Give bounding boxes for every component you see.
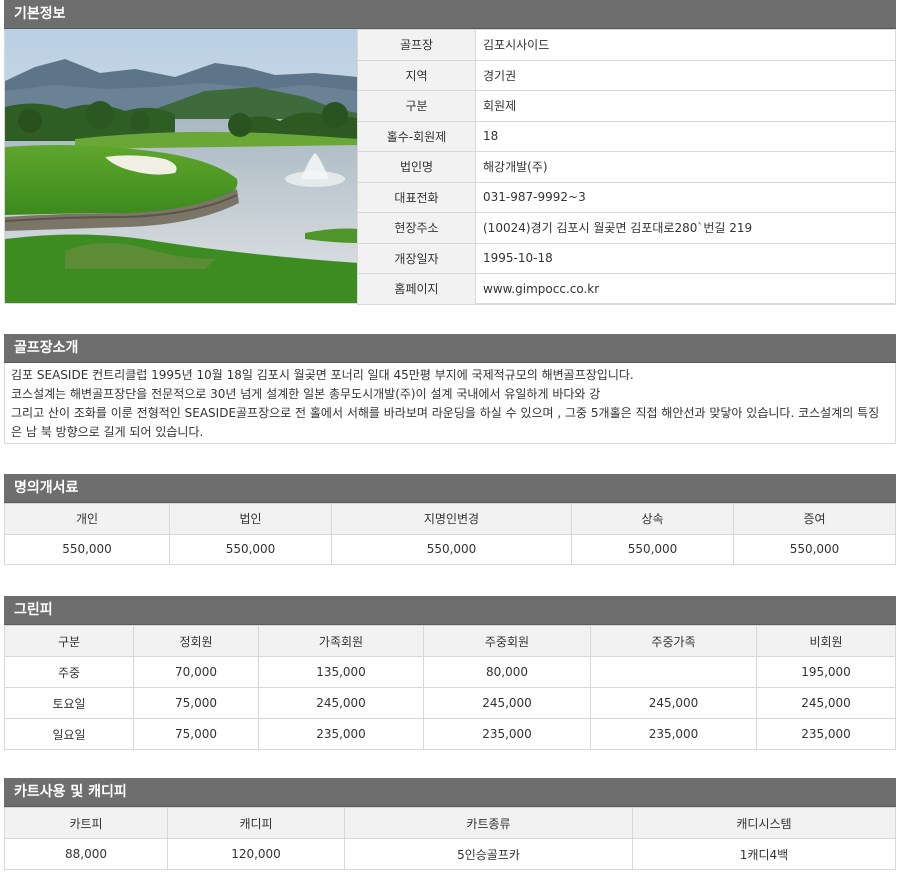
column-header: 법인 — [169, 503, 332, 535]
table-cell: 195,000 — [756, 656, 896, 688]
info-row-type: 구분 회원제 — [357, 90, 896, 122]
table-row: 일요일 75,000 235,000 235,000 235,000 235,0… — [4, 718, 896, 750]
info-label: 개장일자 — [357, 242, 476, 274]
info-label: 현장주소 — [357, 212, 476, 244]
info-label: 홈페이지 — [357, 273, 476, 305]
info-row-phone: 대표전화 031-987-9992~3 — [357, 181, 896, 213]
section-title-intro: 골프장소개 — [4, 334, 896, 363]
info-row-region: 지역 경기권 — [357, 59, 896, 91]
table-cell: 120,000 — [167, 838, 345, 870]
table-row: 토요일 75,000 245,000 245,000 245,000 245,0… — [4, 687, 896, 719]
table-cell: 550,000 — [331, 533, 572, 565]
column-header: 개인 — [4, 503, 170, 535]
info-row-homepage: 홈페이지 www.gimpocc.co.kr — [357, 273, 896, 305]
column-header: 카트종류 — [344, 807, 633, 839]
table-cell: 235,000 — [590, 718, 757, 750]
table-cell: 550,000 — [733, 533, 896, 565]
column-header: 가족회원 — [258, 625, 424, 657]
column-header: 구분 — [4, 625, 134, 657]
info-value: 경기권 — [475, 59, 896, 91]
transfer-fee-table: 개인 법인 지명인변경 상속 증여 550,000 550,000 550,00… — [4, 503, 896, 565]
table-cell: 245,000 — [423, 687, 591, 719]
green-fee-section: 그린피 구분 정회원 가족회원 주중회원 주중가족 비회원 주중 70,000 … — [4, 596, 896, 750]
intro-line: 김포 SEASIDE 컨트리클럽 1995년 10월 18일 김포시 월곶면 포… — [11, 368, 634, 382]
table-cell: 88,000 — [4, 838, 168, 870]
basic-info-section: 기본정보 골프장 김포시사이드 지역 경기권 구분 회원제 홀수-회원제 18 … — [4, 0, 896, 305]
info-label: 골프장 — [357, 29, 476, 61]
column-header: 주중가족 — [590, 625, 757, 657]
intro-text: 김포 SEASIDE 컨트리클럽 1995년 10월 18일 김포시 월곶면 포… — [4, 363, 896, 444]
basic-info-body: 골프장 김포시사이드 지역 경기권 구분 회원제 홀수-회원제 18 법인명 해… — [4, 29, 896, 305]
transfer-fee-section: 명의개서료 개인 법인 지명인변경 상속 증여 550,000 550,000 … — [4, 474, 896, 565]
table-row: 550,000 550,000 550,000 550,000 550,000 — [4, 533, 896, 565]
table-cell: 245,000 — [590, 687, 757, 719]
table-cell: 5인승골프카 — [344, 838, 633, 870]
column-header: 정회원 — [133, 625, 259, 657]
table-cell: 550,000 — [169, 533, 332, 565]
info-label: 대표전화 — [357, 181, 476, 213]
info-row-opened: 개장일자 1995-10-18 — [357, 242, 896, 274]
section-title-greenfee: 그린피 — [4, 596, 896, 625]
info-value: 18 — [475, 120, 896, 152]
table-header-row: 카트피 캐디피 카트종류 캐디시스템 — [4, 807, 896, 839]
table-header-row: 구분 정회원 가족회원 주중회원 주중가족 비회원 — [4, 625, 896, 657]
table-cell: 245,000 — [258, 687, 424, 719]
column-header: 캐디시스템 — [632, 807, 896, 839]
section-title-cart: 카트사용 및 캐디피 — [4, 778, 896, 807]
info-label: 지역 — [357, 59, 476, 91]
homepage-link[interactable]: www.gimpocc.co.kr — [475, 273, 896, 305]
info-label: 구분 — [357, 90, 476, 122]
table-cell: 70,000 — [133, 656, 259, 688]
info-value: 김포시사이드 — [475, 29, 896, 61]
section-title-transfer: 명의개서료 — [4, 474, 896, 503]
row-label: 토요일 — [4, 687, 134, 719]
table-header-row: 개인 법인 지명인변경 상속 증여 — [4, 503, 896, 535]
column-header: 상속 — [571, 503, 734, 535]
table-cell: 1캐디4백 — [632, 838, 896, 870]
golf-course-photo — [4, 29, 357, 303]
table-cell: 245,000 — [756, 687, 896, 719]
column-header: 주중회원 — [423, 625, 591, 657]
table-cell: 235,000 — [756, 718, 896, 750]
table-cell: 235,000 — [423, 718, 591, 750]
intro-line: 그리고 산이 조화를 이룬 전형적인 SEASIDE골프장으로 전 홀에서 서해… — [11, 406, 880, 439]
table-row: 88,000 120,000 5인승골프카 1캐디4백 — [4, 838, 896, 870]
green-fee-table: 구분 정회원 가족회원 주중회원 주중가족 비회원 주중 70,000 135,… — [4, 625, 896, 750]
table-cell — [590, 656, 757, 688]
column-header: 지명인변경 — [331, 503, 572, 535]
info-value: 회원제 — [475, 90, 896, 122]
info-row-course: 골프장 김포시사이드 — [357, 29, 896, 61]
column-header: 캐디피 — [167, 807, 345, 839]
info-row-holes: 홀수-회원제 18 — [357, 120, 896, 152]
table-row: 주중 70,000 135,000 80,000 195,000 — [4, 656, 896, 688]
intro-section: 골프장소개 김포 SEASIDE 컨트리클럽 1995년 10월 18일 김포시… — [4, 334, 896, 444]
info-label: 법인명 — [357, 151, 476, 183]
info-value: (10024)경기 김포시 월곶면 김포대로280`번길 219 — [475, 212, 896, 244]
column-header: 비회원 — [756, 625, 896, 657]
cart-caddie-section: 카트사용 및 캐디피 카트피 캐디피 카트종류 캐디시스템 88,000 120… — [4, 778, 896, 870]
table-cell: 550,000 — [4, 533, 170, 565]
table-cell: 235,000 — [258, 718, 424, 750]
intro-line: 코스설계는 해변골프장단을 전문적으로 30년 넘게 설계한 일본 총무도시개발… — [11, 387, 601, 401]
table-cell: 135,000 — [258, 656, 424, 688]
table-cell: 80,000 — [423, 656, 591, 688]
info-value: 1995-10-18 — [475, 242, 896, 274]
info-row-company: 법인명 해강개발(주) — [357, 151, 896, 183]
section-title-basic: 기본정보 — [4, 0, 896, 29]
basic-info-table: 골프장 김포시사이드 지역 경기권 구분 회원제 홀수-회원제 18 법인명 해… — [357, 29, 896, 305]
row-label: 주중 — [4, 656, 134, 688]
info-label: 홀수-회원제 — [357, 120, 476, 152]
info-value: 031-987-9992~3 — [475, 181, 896, 213]
table-cell: 75,000 — [133, 687, 259, 719]
table-cell: 550,000 — [571, 533, 734, 565]
table-cell: 75,000 — [133, 718, 259, 750]
column-header: 증여 — [733, 503, 896, 535]
cart-caddie-table: 카트피 캐디피 카트종류 캐디시스템 88,000 120,000 5인승골프카… — [4, 807, 896, 870]
info-value: 해강개발(주) — [475, 151, 896, 183]
row-label: 일요일 — [4, 718, 134, 750]
basic-info-table-wrap: 골프장 김포시사이드 지역 경기권 구분 회원제 홀수-회원제 18 법인명 해… — [357, 29, 896, 305]
info-row-address: 현장주소 (10024)경기 김포시 월곶면 김포대로280`번길 219 — [357, 212, 896, 244]
column-header: 카트피 — [4, 807, 168, 839]
